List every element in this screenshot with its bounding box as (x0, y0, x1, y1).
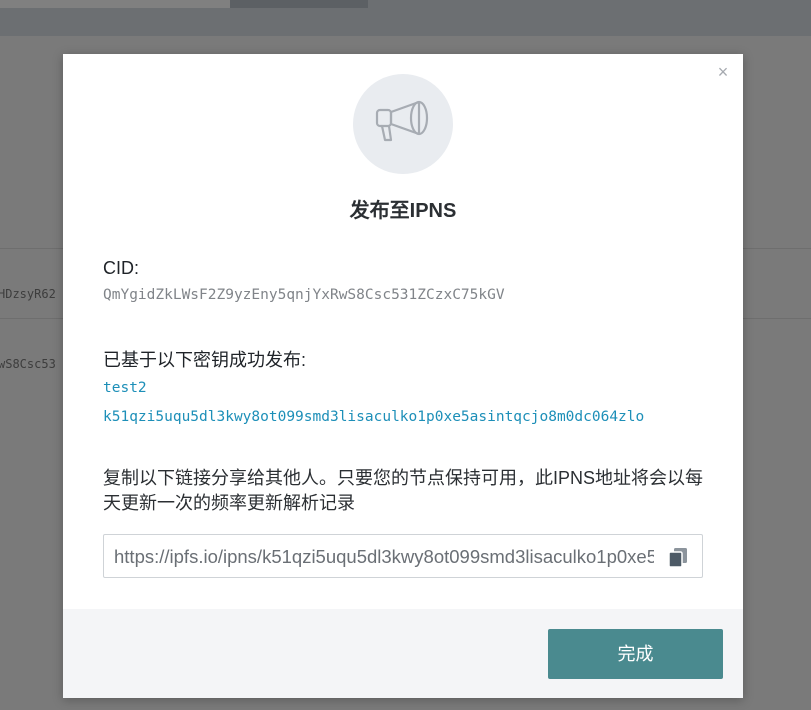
background-header (0, 0, 811, 36)
cid-label: CID: (103, 258, 139, 278)
background-search-bar (0, 0, 230, 8)
modal-title: 发布至IPNS (349, 200, 457, 222)
share-url-text[interactable]: https://ipfs.io/ipns/k51qzi5uqu5dl3kwy8o… (114, 546, 654, 568)
megaphone-icon (375, 100, 429, 142)
key-label: 已基于以下密钥成功发布: (103, 350, 306, 370)
share-url-field[interactable]: https://ipfs.io/ipns/k51qzi5uqu5dl3kwy8o… (103, 534, 703, 578)
background-cell: HDzsyR62 (0, 287, 56, 301)
done-button[interactable]: 完成 (548, 629, 723, 679)
share-description: 复制以下链接分享给其他人。只要您的节点保持可用，此IPNS地址将会以每天更新一次… (103, 468, 704, 513)
key-id: k51qzi5uqu5dl3kwy8ot099smd3lisaculko1p0x… (103, 409, 645, 425)
background-button (230, 0, 368, 8)
megaphone-icon-circle (353, 74, 453, 174)
background-cell: wS8Csc53 (0, 357, 56, 371)
cid-value: QmYgidZkLWsF2Z9yzEny5qnjYxRwS8Csc531ZCzx… (103, 287, 505, 303)
modal-footer: 完成 (63, 609, 743, 698)
copy-button[interactable] (666, 545, 690, 569)
close-icon[interactable]: × (715, 63, 731, 81)
key-name: test2 (103, 380, 147, 396)
publish-ipns-modal: × 发布至IPNS CID: QmYgidZkLWsF2Z9yzEny5qnjY… (63, 54, 743, 698)
copy-icon[interactable] (666, 545, 690, 569)
